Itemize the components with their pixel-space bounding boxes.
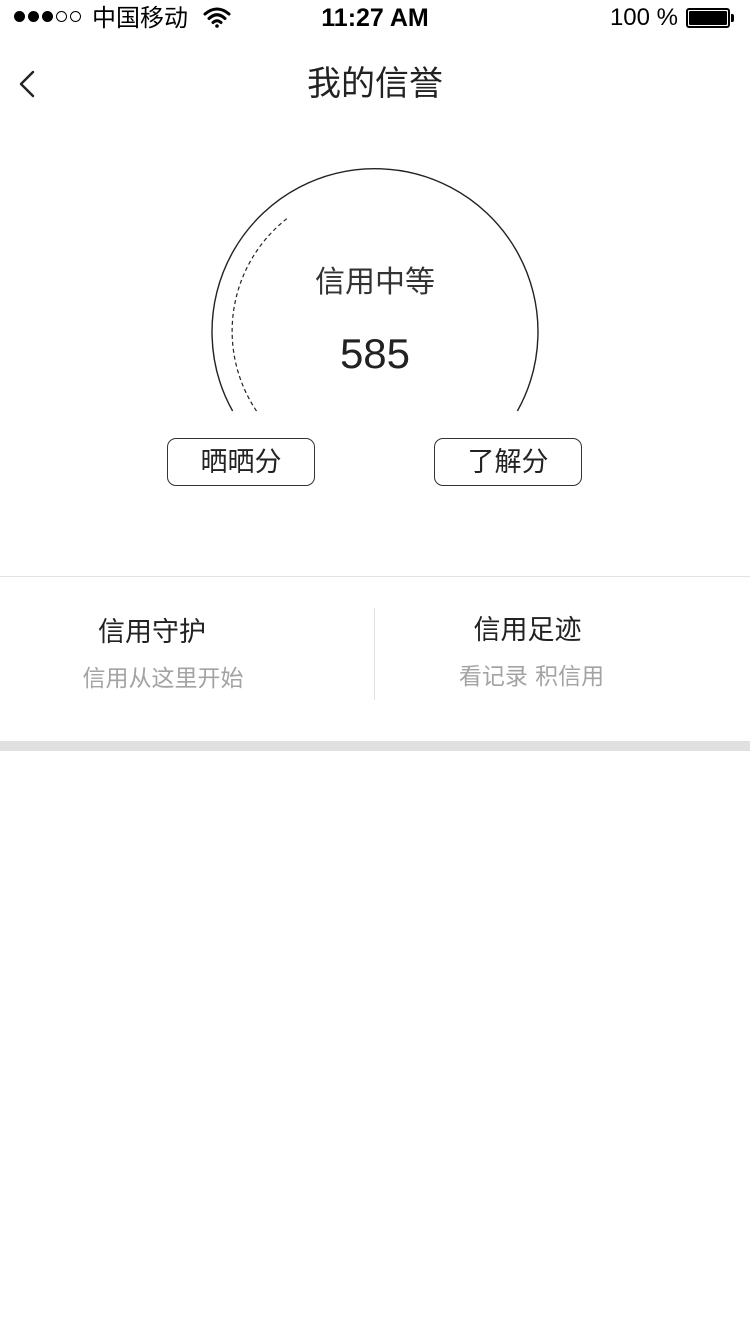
status-bar: 中国移动 11:27 AM 100 % [0, 0, 750, 40]
card-subtitle: 看记录 积信用 [458, 664, 605, 690]
credit-footprint-card[interactable]: 信用足迹 看记录 积信用 [375, 590, 750, 720]
section-divider [0, 576, 750, 577]
credit-score-value: 585 [339, 330, 411, 377]
section-separator-band [0, 741, 750, 751]
page-title: 我的信誉 [307, 64, 443, 104]
battery-icon [686, 8, 734, 28]
learn-score-button[interactable]: 了解分 [434, 438, 582, 486]
battery-percentage: 100 % [609, 4, 678, 31]
navigation-bar: 我的信誉 [0, 44, 750, 124]
gauge-progress-arc [231, 216, 290, 412]
credit-level-text: 信用中等 [315, 265, 435, 300]
credit-protection-card[interactable]: 信用守护 信用从这里开始 [0, 590, 374, 720]
share-score-button[interactable]: 晒晒分 [167, 438, 315, 486]
card-title: 信用足迹 [473, 615, 582, 646]
